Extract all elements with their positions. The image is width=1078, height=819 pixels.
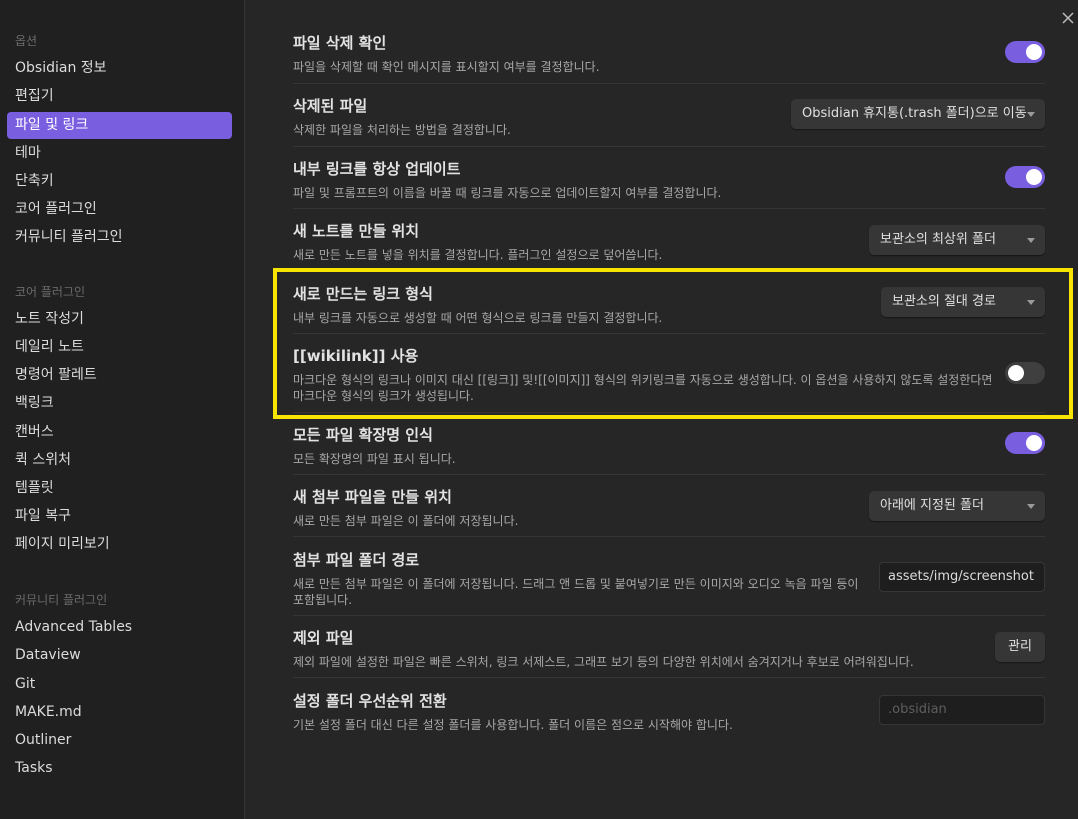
- setting-desc: 파일 및 프롬프트의 이름을 바꿀 때 링크를 자동으로 업데이트할지 여부를 …: [293, 186, 722, 200]
- update-links-toggle[interactable]: [1005, 166, 1045, 188]
- setting-title: 내부 링크를 항상 업데이트: [293, 160, 461, 178]
- settings-sidebar: 옵션 Obsidian 정보 편집기 파일 및 링크 테마 단축키 코어 플러그…: [0, 0, 245, 819]
- setting-excluded-files: 제외 파일 제외 파일에 설정한 파일은 빠른 스위처, 링크 서제스트, 그래…: [293, 627, 1045, 670]
- sidebar-item-tasks[interactable]: Tasks: [7, 755, 232, 782]
- attachment-folder-input[interactable]: assets/img/screenshot: [879, 562, 1045, 592]
- sidebar-item-quick-switcher[interactable]: 퀵 스위처: [7, 447, 232, 474]
- sidebar-item-note-composer[interactable]: 노트 작성기: [7, 306, 232, 333]
- chevron-down-icon: [1027, 504, 1035, 509]
- sidebar-item-git[interactable]: Git: [7, 671, 232, 698]
- highlight-box: [273, 268, 1073, 419]
- sidebar-item-theme[interactable]: 테마: [7, 140, 232, 167]
- detect-all-extensions-toggle[interactable]: [1005, 432, 1045, 454]
- setting-title: 첨부 파일 폴더 경로: [293, 551, 420, 569]
- setting-attachment-folder-path: 첨부 파일 폴더 경로 새로 만든 첨부 파일은 이 폴더에 저장됩니다. 드래…: [293, 549, 868, 608]
- sidebar-item-file-recovery[interactable]: 파일 복구: [7, 503, 232, 530]
- setting-desc: 모든 확장명의 파일 표시 됩니다.: [293, 452, 456, 466]
- setting-update-links: 내부 링크를 항상 업데이트 파일 및 프롬프트의 이름을 바꿀 때 링크를 자…: [293, 158, 1045, 201]
- setting-desc: 제외 파일에 설정한 파일은 빠른 스위처, 링크 서제스트, 그래프 보기 등…: [293, 655, 914, 669]
- sidebar-section-community-plugins: 커뮤니티 플러그인: [15, 593, 108, 607]
- dropdown-value: Obsidian 휴지통(.trash 폴더)으로 이동: [802, 106, 1027, 121]
- dropdown-value: 보관소의 최상위 폴더: [880, 232, 996, 247]
- setting-title: 파일 삭제 확인: [293, 34, 387, 52]
- attachment-location-dropdown[interactable]: 아래에 지정된 폴더: [869, 491, 1045, 521]
- sidebar-item-dataview[interactable]: Dataview: [7, 642, 232, 669]
- setting-confirm-delete: 파일 삭제 확인 파일을 삭제할 때 확인 메시지를 표시할지 여부를 결정합니…: [293, 32, 1045, 75]
- sidebar-item-community-plugins[interactable]: 커뮤니티 플러그인: [7, 224, 232, 251]
- config-folder-input[interactable]: .obsidian: [879, 695, 1045, 725]
- setting-detect-all-extensions: 모든 파일 확장명 인식 모든 확장명의 파일 표시 됩니다.: [293, 424, 1045, 467]
- sidebar-item-page-preview[interactable]: 페이지 미리보기: [7, 531, 232, 558]
- sidebar-item-core-plugins[interactable]: 코어 플러그인: [7, 196, 232, 223]
- sidebar-item-outliner[interactable]: Outliner: [7, 727, 232, 754]
- sidebar-section-core-plugins: 코어 플러그인: [15, 285, 86, 299]
- setting-desc: 새로 만든 첨부 파일은 이 폴더에 저장됩니다. 드래그 앤 드롭 및 붙여넣…: [293, 577, 859, 607]
- sidebar-item-make-md[interactable]: MAKE.md: [7, 699, 232, 726]
- sidebar-item-files-links[interactable]: 파일 및 링크: [7, 112, 232, 139]
- sidebar-item-editor[interactable]: 편집기: [7, 83, 232, 110]
- manage-excluded-button[interactable]: 관리: [995, 632, 1045, 662]
- sidebar-section-options: 옵션: [15, 34, 38, 48]
- dropdown-value: 아래에 지정된 폴더: [880, 498, 984, 513]
- sidebar-item-canvas[interactable]: 캔버스: [7, 419, 232, 446]
- sidebar-item-templates[interactable]: 템플릿: [7, 475, 232, 502]
- sidebar-item-advanced-tables[interactable]: Advanced Tables: [7, 614, 232, 641]
- sidebar-item-daily-notes[interactable]: 데일리 노트: [7, 334, 232, 361]
- sidebar-item-backlinks[interactable]: 백링크: [7, 390, 232, 417]
- chevron-down-icon: [1027, 112, 1035, 117]
- sidebar-item-hotkeys[interactable]: 단축키: [7, 168, 232, 195]
- setting-title: 제외 파일: [293, 629, 354, 647]
- sidebar-item-command-palette[interactable]: 명령어 팔레트: [7, 362, 232, 389]
- deleted-files-dropdown[interactable]: Obsidian 휴지통(.trash 폴더)으로 이동: [791, 99, 1045, 129]
- setting-desc: 파일을 삭제할 때 확인 메시지를 표시할지 여부를 결정합니다.: [293, 60, 600, 74]
- chevron-down-icon: [1027, 238, 1035, 243]
- confirm-delete-toggle[interactable]: [1005, 41, 1045, 63]
- setting-title: 모든 파일 확장명 인식: [293, 426, 433, 444]
- sidebar-item-about[interactable]: Obsidian 정보: [7, 55, 232, 82]
- new-note-location-dropdown[interactable]: 보관소의 최상위 폴더: [869, 225, 1045, 255]
